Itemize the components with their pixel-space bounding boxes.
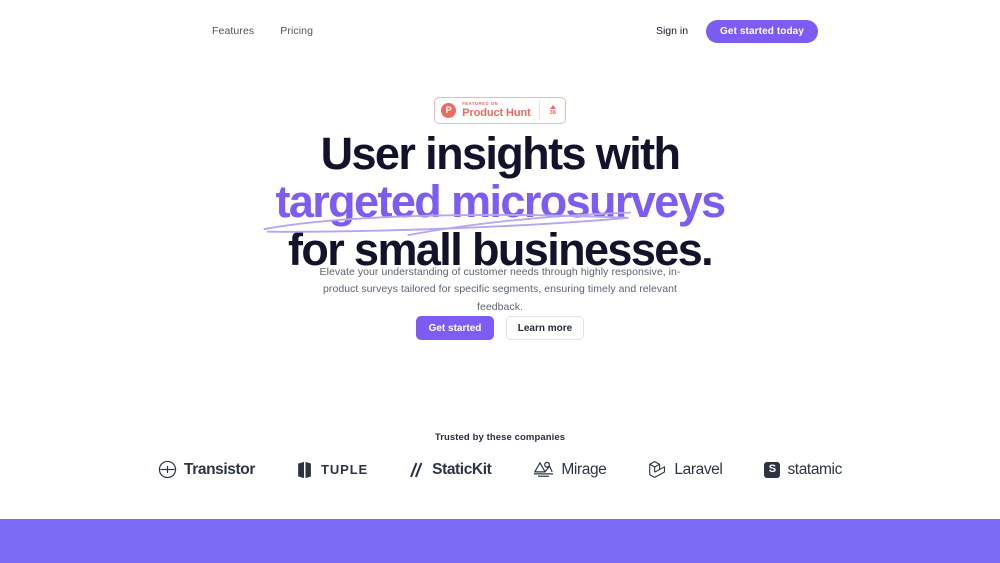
- page-title: User insights with targeted microsurveys…: [0, 128, 1000, 274]
- nav-link-pricing[interactable]: Pricing: [280, 25, 313, 37]
- tuple-logo-icon: [298, 461, 311, 478]
- hero-title-highlight-wrap: targeted microsurveys: [263, 176, 726, 237]
- footer-band: [0, 519, 1000, 563]
- product-hunt-badge[interactable]: P FEATURED ON Product Hunt 38: [434, 97, 566, 124]
- product-hunt-text: FEATURED ON Product Hunt: [462, 101, 531, 119]
- company-name-statamic: statamic: [787, 460, 842, 478]
- product-hunt-eyebrow: FEATURED ON: [462, 101, 499, 107]
- product-hunt-icon: P: [441, 103, 457, 118]
- laravel-logo-icon: [649, 461, 666, 478]
- product-hunt-badge-wrap: P FEATURED ON Product Hunt 38: [0, 97, 1000, 124]
- company-name-statickit: StaticKit: [432, 460, 492, 478]
- upvote-caret-icon: [549, 104, 556, 109]
- company-logo-statickit: StaticKit: [410, 460, 492, 478]
- sign-in-link[interactable]: Sign in: [656, 25, 688, 37]
- transistor-logo-icon: [158, 460, 177, 479]
- statickit-logo-icon: [410, 462, 423, 477]
- company-name-mirage: Mirage: [561, 460, 607, 478]
- company-logo-transistor: Transistor: [158, 460, 255, 479]
- get-started-button[interactable]: Get started: [416, 316, 494, 340]
- company-logo-tuple: TUPLE: [297, 461, 368, 479]
- company-name-transistor: Transistor: [184, 460, 255, 478]
- product-hunt-name: Product Hunt: [462, 106, 531, 119]
- hero-title-line-2: targeted microsurveys: [275, 176, 726, 228]
- mirage-logo-icon: [534, 461, 554, 477]
- landing-page: Features Pricing Sign in Get started tod…: [0, 0, 1000, 563]
- company-name-tuple: TUPLE: [321, 462, 369, 477]
- get-started-today-button[interactable]: Get started today: [706, 19, 818, 43]
- product-hunt-upvotes: 38: [548, 104, 558, 117]
- product-hunt-divider: [538, 101, 540, 120]
- nav-link-features[interactable]: Features: [212, 25, 254, 37]
- hero-actions: Get started Learn more: [0, 316, 1000, 340]
- learn-more-button[interactable]: Learn more: [506, 316, 584, 340]
- upvote-count: 38: [549, 109, 556, 116]
- hero-subtitle: Elevate your understanding of customer n…: [319, 266, 681, 313]
- statamic-logo-icon: S: [764, 461, 781, 478]
- company-logo-mirage: Mirage: [533, 460, 607, 479]
- company-logo-statamic: S statamic: [764, 460, 842, 478]
- hero-title-line-1: User insights with: [320, 128, 681, 179]
- primary-nav: Features Pricing: [212, 25, 313, 37]
- trusted-by-label: Trusted by these companies: [434, 432, 566, 443]
- header-actions: Sign in Get started today: [656, 19, 818, 43]
- company-logo-row: Transistor TUPLE StaticKit Mirage Larave…: [0, 460, 1000, 479]
- company-name-laravel: Laravel: [674, 460, 723, 478]
- company-logo-laravel: Laravel: [648, 460, 723, 479]
- site-header: Features Pricing Sign in Get started tod…: [0, 0, 1000, 62]
